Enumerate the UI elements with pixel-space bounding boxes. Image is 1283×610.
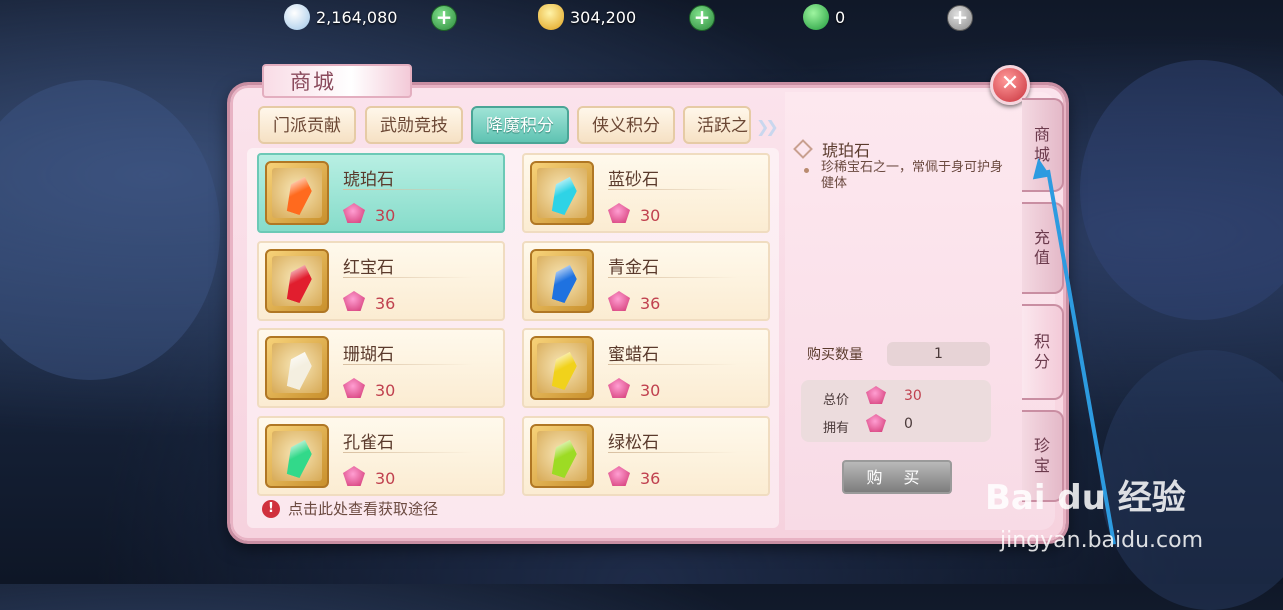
ruby-currency-icon xyxy=(608,378,630,398)
total-price: 30 xyxy=(904,388,922,404)
gold-ingot-icon xyxy=(538,4,564,30)
shop-item[interactable]: 孔雀石 30 xyxy=(257,416,505,496)
tab-martial-arena[interactable]: 武勋竞技 xyxy=(365,106,463,144)
item-frame xyxy=(265,249,329,313)
shop-item[interactable]: 珊瑚石 30 xyxy=(257,328,505,408)
watermark-brand: Bai du 经验 xyxy=(985,478,1186,518)
add-gold-button[interactable]: + xyxy=(689,5,715,31)
tab-sect-contribution[interactable]: 门派贡献 xyxy=(258,106,356,144)
ruby-currency-icon xyxy=(343,466,365,486)
shop-item[interactable]: 红宝石 36 xyxy=(257,241,505,321)
hint-text: 点击此处查看获取途径 xyxy=(288,500,439,518)
annotation-arrow-head-icon xyxy=(1029,156,1051,180)
sapphire-sand-gem-icon xyxy=(548,174,581,217)
silver-resource: 2,164,080 xyxy=(284,4,397,30)
tab-chivalry-points[interactable]: 侠义积分 xyxy=(577,106,675,144)
own-label: 拥有 xyxy=(823,421,850,436)
shop-item[interactable]: 琥珀石 30 xyxy=(257,153,505,233)
jade-icon xyxy=(803,4,829,30)
item-frame xyxy=(530,161,594,225)
background-foliage xyxy=(1080,60,1283,320)
turquoise-gem-icon xyxy=(548,437,581,480)
item-name: 蓝砂石 xyxy=(608,170,659,190)
side-tab-points[interactable]: 积分 xyxy=(1022,304,1064,400)
item-name: 红宝石 xyxy=(343,258,394,278)
panel-title: 商城 xyxy=(262,64,412,98)
item-name: 青金石 xyxy=(608,258,659,278)
malachite-gem-icon xyxy=(283,437,316,480)
item-price: 36 xyxy=(640,294,661,313)
quantity-input[interactable]: 1 xyxy=(887,342,990,366)
shop-item[interactable]: 蜜蜡石 30 xyxy=(522,328,770,408)
add-jade-button[interactable]: + xyxy=(947,5,973,31)
item-price: 36 xyxy=(640,469,661,488)
item-name: 琥珀石 xyxy=(343,170,394,190)
gold-amount: 304,200 xyxy=(570,7,637,27)
acquire-hint[interactable]: ! 点击此处查看获取途径 xyxy=(262,498,438,519)
total-label: 总价 xyxy=(823,393,850,408)
item-frame xyxy=(530,336,594,400)
amber-gem-icon xyxy=(283,174,316,217)
shop-item[interactable]: 绿松石 36 xyxy=(522,416,770,496)
ruby-currency-icon xyxy=(608,203,630,223)
item-price: 36 xyxy=(375,294,396,313)
background-foliage xyxy=(0,80,220,380)
item-price: 30 xyxy=(640,206,661,225)
item-name: 蜜蜡石 xyxy=(608,345,659,365)
ruby-currency-icon xyxy=(343,378,365,398)
item-frame xyxy=(530,424,594,488)
shop-item[interactable]: 青金石 36 xyxy=(522,241,770,321)
tab-scroll-right-icon[interactable]: ❯❯ xyxy=(756,117,779,136)
quantity-label: 购买数量 xyxy=(807,347,863,363)
diamond-icon xyxy=(793,139,813,159)
gold-resource: 304,200 xyxy=(538,4,636,30)
ruby-currency-icon xyxy=(608,291,630,311)
item-frame xyxy=(265,424,329,488)
item-name: 珊瑚石 xyxy=(343,345,394,365)
item-frame xyxy=(265,161,329,225)
watermark-url: jingyan.baidu.com xyxy=(1000,528,1204,553)
item-price: 30 xyxy=(640,381,661,400)
item-price: 30 xyxy=(375,469,396,488)
item-frame xyxy=(265,336,329,400)
side-tab-label: 充值 xyxy=(1033,228,1050,267)
item-name: 孔雀石 xyxy=(343,433,394,453)
silver-coin-icon xyxy=(284,4,310,30)
detail-item-name: 琥珀石 xyxy=(822,141,871,160)
silver-amount: 2,164,080 xyxy=(316,7,398,27)
side-tab-label: 积分 xyxy=(1033,332,1050,371)
lapis-gem-icon xyxy=(548,262,581,305)
ruby-gem-icon xyxy=(283,262,316,305)
ruby-currency-icon xyxy=(343,203,365,223)
item-price: 30 xyxy=(375,381,396,400)
item-frame xyxy=(530,249,594,313)
beeswax-gem-icon xyxy=(548,349,581,392)
jade-amount: 0 xyxy=(835,7,846,27)
tab-demon-points[interactable]: 降魔积分 xyxy=(471,106,569,144)
item-price: 30 xyxy=(375,206,396,225)
tab-activity[interactable]: 活跃之 xyxy=(683,106,751,144)
item-name: 绿松石 xyxy=(608,433,659,453)
ruby-currency-icon xyxy=(608,466,630,486)
detail-description: 珍稀宝石之一，常佩于身可护身健体 xyxy=(821,160,1004,191)
coral-gem-icon xyxy=(283,349,316,392)
jade-resource: 0 xyxy=(803,4,845,30)
detail-title: 琥珀石 xyxy=(793,137,871,161)
owned-amount: 0 xyxy=(904,416,913,432)
shop-item[interactable]: 蓝砂石 30 xyxy=(522,153,770,233)
alert-icon: ! xyxy=(262,499,280,518)
side-tab-shop[interactable]: 商城 xyxy=(1022,98,1064,192)
buy-button[interactable]: 购 买 xyxy=(842,460,952,494)
ruby-currency-icon xyxy=(343,291,365,311)
add-silver-button[interactable]: + xyxy=(431,5,457,31)
bullet-icon xyxy=(804,168,809,173)
